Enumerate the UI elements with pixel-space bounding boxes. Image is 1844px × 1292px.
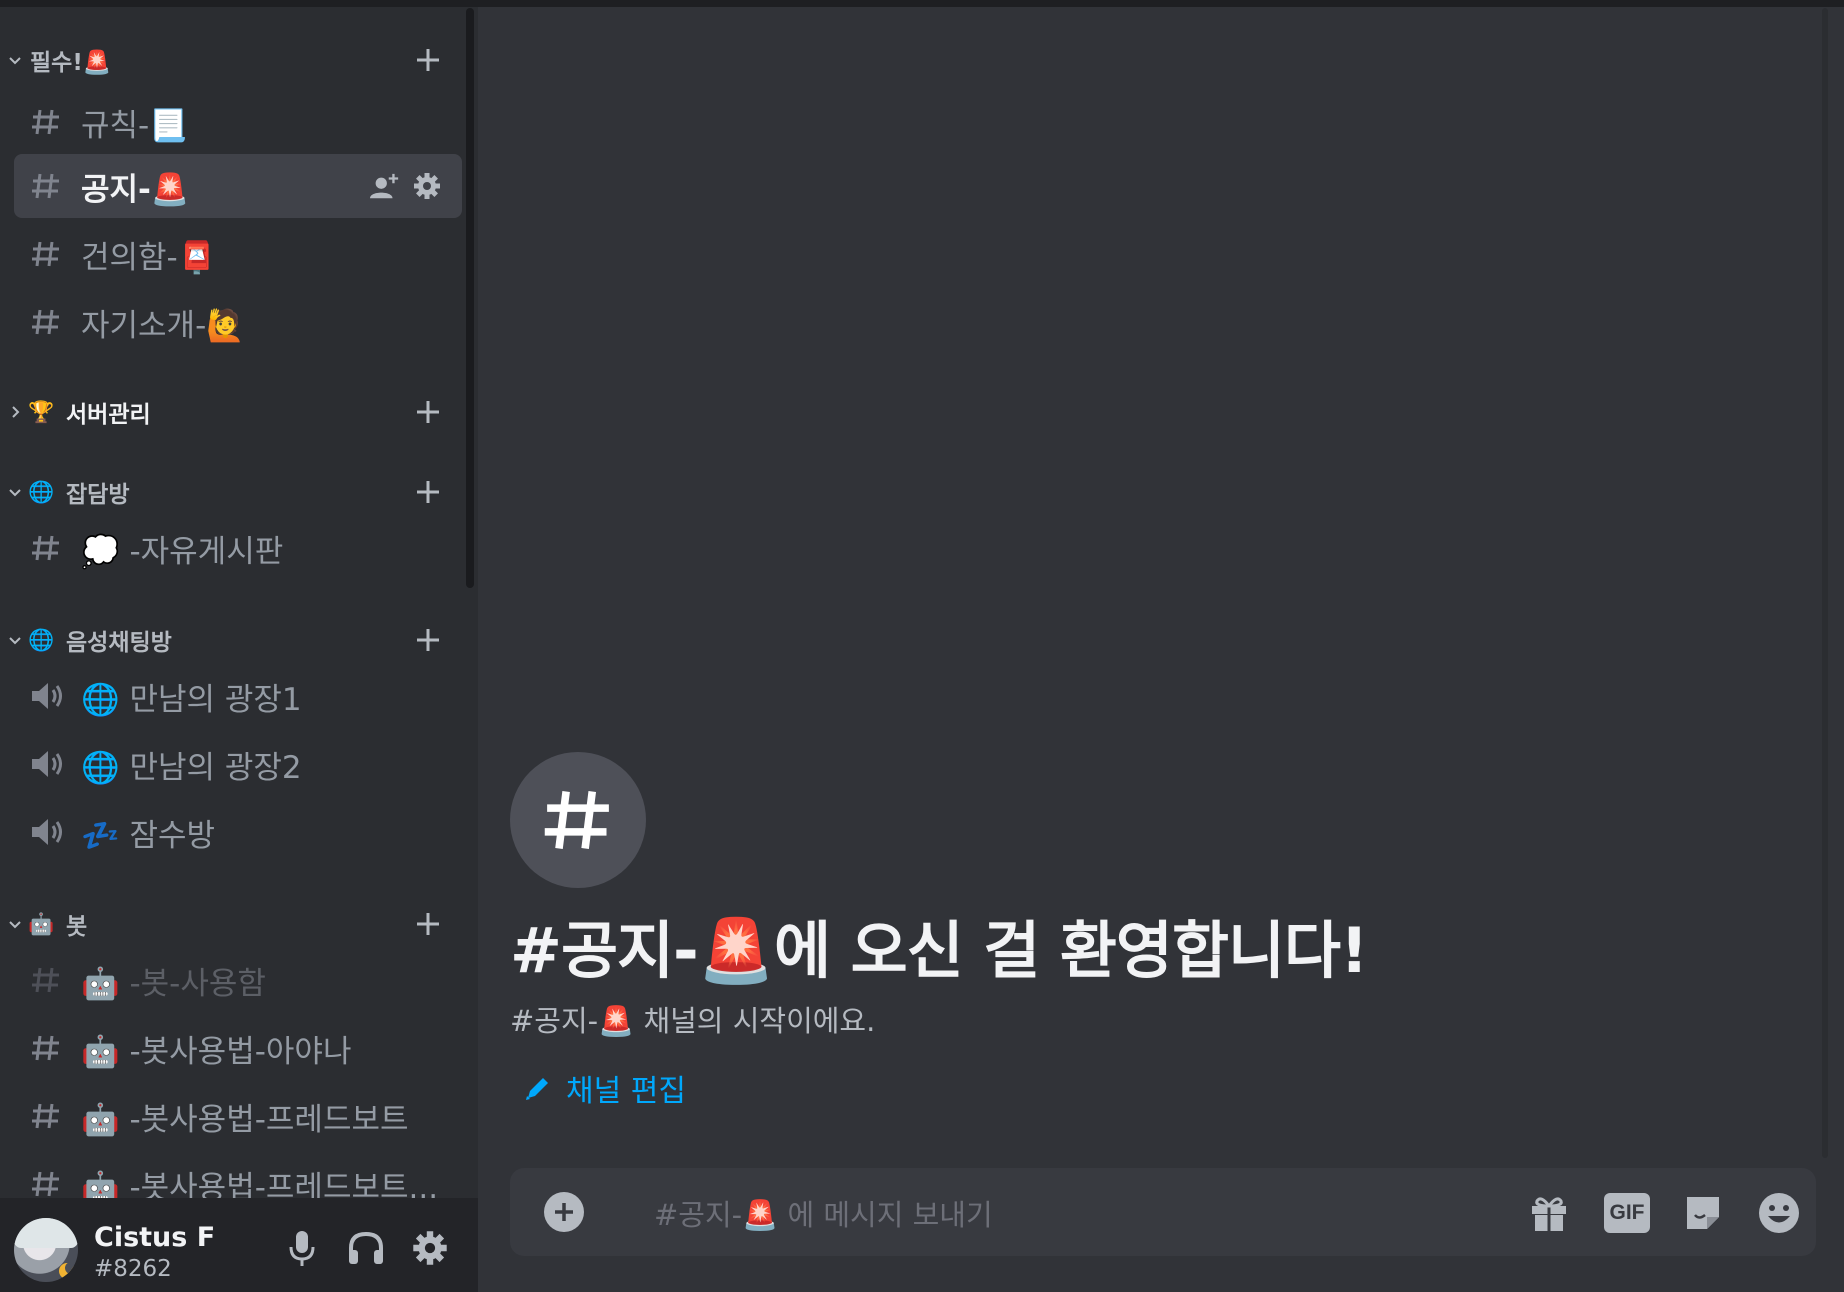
voice-channel-afk[interactable]: 💤 잠수방 [14,800,462,864]
channel-label: 🌐 만남의 광장1 [81,681,302,718]
chat-area: #공지-🚨에 오신 걸 환영합니다! #공지-🚨 채널의 시작이에요. 채널 편… [478,0,1844,1292]
channel-bot-guide-fredboat[interactable]: 🤖 -봇사용법-프레드보트 [14,1084,462,1148]
category-name: 잡담방 [66,482,130,508]
hash-icon [32,1103,59,1129]
category-bots[interactable]: 🤖 봇 [0,904,470,944]
hash-icon [32,109,59,135]
channel-free-board[interactable]: 💭 -자유게시판 [14,516,462,580]
category-name: 음성채팅방 [66,630,172,656]
moon-icon [59,1262,76,1279]
chevron-down-icon [7,52,23,68]
trophy-icon: 🏆 [28,400,55,424]
welcome-title: #공지-🚨에 오신 걸 환영합니다! [510,914,1368,987]
category-voice[interactable]: 🌐 음성채팅방 [0,620,470,660]
edit-channel-label: 채널 편집 [566,1074,686,1109]
avatar[interactable] [14,1218,78,1282]
gif-label: GIF [1604,1193,1650,1233]
channel-bot-usage[interactable]: 🤖 -봇-사용함 [14,948,462,1012]
channel-label: 건의함-📮 [81,239,217,276]
plus-circle-icon[interactable] [544,1192,584,1232]
hash-icon [32,173,59,199]
plus-icon[interactable] [413,625,443,655]
plus-icon[interactable] [413,477,443,507]
message-input[interactable]: #공지-🚨 에 메시지 보내기 [654,1192,993,1234]
hash-icon [32,1171,59,1197]
channel-label: 🌐 만남의 광장2 [81,749,302,786]
sticker-icon[interactable] [1680,1190,1726,1236]
globe-icon: 🌐 [28,480,55,504]
speaker-icon [32,819,62,845]
chevron-down-icon [7,916,23,932]
chevron-down-icon [7,484,23,500]
username[interactable]: Cistus F [94,1222,215,1253]
hash-icon [32,309,59,335]
gift-icon[interactable] [1526,1190,1572,1236]
channel-label: 🤖 -봇-사용함 [81,965,266,1002]
hash-icon [32,535,59,561]
channel-label: 공지-🚨 [81,171,190,208]
user-panel: Cistus F #8262 [0,1198,478,1292]
category-required[interactable]: 필수!🚨 [0,40,470,80]
channel-label: 💭 -자유게시판 [81,533,284,570]
gif-icon[interactable]: GIF [1604,1190,1650,1236]
plus-icon[interactable] [413,397,443,427]
invite-icon[interactable] [370,171,400,201]
channel-label: 🤖 -봇사용법-아야나 [81,1033,352,1070]
pencil-icon [526,1078,548,1100]
category-server-admin[interactable]: 🏆 서버관리 [0,392,470,432]
message-composer: #공지-🚨 에 메시지 보내기 GIF [510,1168,1816,1256]
channel-notice[interactable]: 공지-🚨 [14,154,462,218]
emoji-icon[interactable] [1756,1190,1802,1236]
category-chat[interactable]: 🌐 잡담방 [0,472,470,512]
voice-channel-plaza-1[interactable]: 🌐 만남의 광장1 [14,664,462,728]
globe-icon: 🌐 [28,628,55,652]
user-tag: #8262 [94,1256,172,1282]
speaker-icon [32,751,62,777]
category-name: 봇 [66,914,88,940]
microphone-icon[interactable] [282,1228,322,1268]
hash-icon [32,241,59,267]
hash-icon [544,791,609,849]
channel-rules[interactable]: 규칙-📃 [14,90,462,154]
channel-label: 자기소개-🙋 [81,307,245,344]
voice-channel-plaza-2[interactable]: 🌐 만남의 광장2 [14,732,462,796]
channel-suggestions[interactable]: 건의함-📮 [14,222,462,286]
plus-icon[interactable] [413,909,443,939]
chevron-right-icon [7,404,23,420]
gear-icon[interactable] [412,171,442,201]
channel-hero-icon [510,752,646,888]
channel-label: 규칙-📃 [81,107,188,144]
robot-icon: 🤖 [28,912,55,936]
edit-channel-button[interactable]: 채널 편집 [524,1066,686,1110]
channel-sidebar: 필수!🚨 규칙-📃 공지-🚨 건의함-📮 자기소개-🙋 🏆 서버관리 🌐 잡담방… [0,0,478,1292]
category-name: 서버관리 [66,402,151,428]
channel-label: 🤖 -봇사용법-프레드보트 [81,1101,409,1138]
hash-icon [32,1035,59,1061]
channel-introductions[interactable]: 자기소개-🙋 [14,290,462,354]
gear-icon[interactable] [410,1228,450,1268]
chevron-down-icon [7,632,23,648]
sidebar-scrollbar[interactable] [466,8,474,588]
window-top-border [0,0,1844,7]
channel-label: 💤 잠수방 [81,817,216,854]
hash-icon [32,967,59,993]
headphones-icon[interactable] [346,1228,386,1268]
category-name: 필수!🚨 [30,50,112,76]
chat-scrollbar[interactable] [1822,8,1828,1158]
channel-bot-guide-ayana[interactable]: 🤖 -봇사용법-아야나 [14,1016,462,1080]
welcome-subtitle: #공지-🚨 채널의 시작이에요. [510,1004,876,1038]
plus-icon[interactable] [413,45,443,75]
speaker-icon [32,683,62,709]
